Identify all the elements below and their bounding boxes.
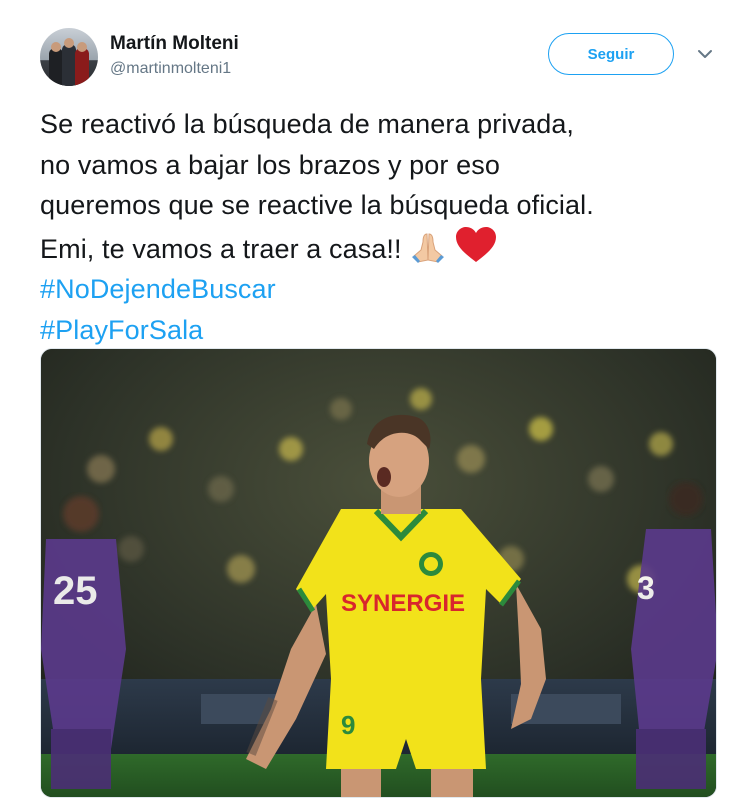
tweet-line: queremos que se reactive la búsqueda ofi… [40, 190, 594, 220]
user-avatar[interactable] [40, 28, 98, 86]
photo-scene: 25 3 SYNERGIE 9 [41, 349, 716, 797]
user-display-name[interactable]: Martín Molteni [110, 33, 239, 55]
tweet-text: Se reactivó la búsqueda de manera privad… [40, 104, 730, 350]
tweet-line: no vamos a bajar los brazos y por eso [40, 149, 500, 180]
opponent-number: 25 [53, 569, 98, 613]
opponent-number: 3 [637, 570, 655, 606]
hashtag-link[interactable]: #NoDejendeBuscar [40, 269, 730, 310]
user-handle[interactable]: @martinmolteni1 [110, 60, 231, 78]
tweet-line: Se reactivó la búsqueda de manera privad… [40, 109, 575, 139]
red-heart-icon [455, 226, 496, 262]
folded-hands-icon [411, 232, 444, 263]
jersey-sponsor: SYNERGIE [341, 590, 465, 617]
follow-button[interactable]: Seguir [548, 33, 674, 75]
tweet-photo[interactable]: 25 3 SYNERGIE 9 [40, 348, 717, 798]
tweet-line-with-emojis: Emi, te vamos a traer a casa!! [40, 226, 730, 270]
tweet-card: Martín Molteni @martinmolteni1 Seguir Se… [0, 0, 750, 809]
tweet-line: Emi, te vamos a traer a casa!! [40, 233, 402, 264]
chevron-down-icon[interactable] [697, 47, 713, 61]
player-number: 9 [341, 710, 355, 740]
hashtag-link[interactable]: #PlayForSala [40, 310, 730, 351]
